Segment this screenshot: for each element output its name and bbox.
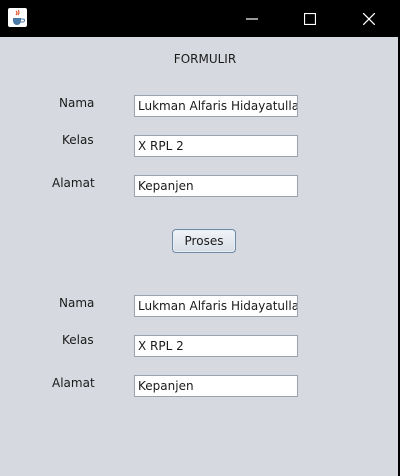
nama-output-field[interactable]: Lukman Alfaris Hidayatullah	[134, 295, 298, 317]
alamat-input[interactable]: Kepanjen	[134, 175, 298, 197]
form-heading: FORMULIR	[173, 52, 237, 66]
kelas-output-field[interactable]: X RPL 2	[134, 335, 298, 357]
input-alamat-label: Alamat	[52, 176, 95, 190]
input-nama-label: Nama	[59, 96, 95, 110]
minimize-button[interactable]	[223, 0, 281, 37]
output-alamat-label: Alamat	[52, 376, 95, 390]
app-window: FORMULIR Nama Lukman Alfaris Hidayatulla…	[0, 0, 400, 476]
input-kelas-label: Kelas	[62, 133, 94, 147]
output-nama-label: Nama	[59, 296, 95, 310]
title-bar[interactable]	[0, 0, 400, 37]
maximize-icon	[304, 12, 316, 25]
nama-input[interactable]: Lukman Alfaris Hidayatullah	[134, 95, 298, 117]
kelas-input[interactable]: X RPL 2	[134, 135, 298, 157]
maximize-button[interactable]	[281, 0, 339, 37]
alamat-output-field[interactable]: Kepanjen	[134, 375, 298, 397]
proses-button[interactable]: Proses	[172, 229, 236, 253]
java-cup-icon	[8, 8, 27, 27]
form-panel: FORMULIR Nama Lukman Alfaris Hidayatulla…	[0, 37, 400, 476]
close-icon	[363, 12, 375, 25]
minimize-icon	[246, 17, 258, 20]
close-button[interactable]	[340, 0, 398, 37]
output-kelas-label: Kelas	[62, 333, 94, 347]
